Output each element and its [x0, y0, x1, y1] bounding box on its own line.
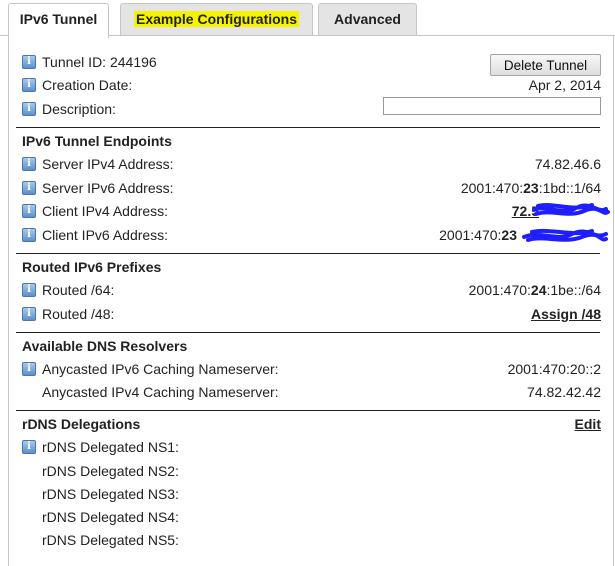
- tab-advanced[interactable]: Advanced: [318, 3, 417, 35]
- info-icon[interactable]: i: [22, 440, 36, 454]
- client-ipv6-prefix: 2001:470:: [439, 227, 502, 243]
- tab-ipv6-tunnel-label: IPv6 Tunnel: [19, 11, 98, 27]
- info-icon[interactable]: i: [22, 228, 36, 242]
- section-divider: [16, 127, 600, 128]
- creation-date-row: i Creation Date: Apr 2, 2014: [22, 77, 601, 97]
- tab-example-configurations[interactable]: Example Configurations: [120, 3, 313, 35]
- info-icon[interactable]: i: [22, 181, 36, 195]
- routed-prefixes-heading: Routed IPv6 Prefixes: [22, 259, 162, 275]
- assign-48-link[interactable]: Assign /48: [531, 306, 601, 323]
- server-ipv6-suffix: :1bd::1/64: [538, 180, 601, 196]
- client-ipv4-link[interactable]: 72.5: [512, 203, 539, 219]
- description-input[interactable]: [383, 97, 601, 115]
- server-ipv4-label: Server IPv4 Address:: [42, 156, 174, 172]
- dns-ipv6-row: i Anycasted IPv6 Caching Nameserver: 200…: [22, 361, 601, 381]
- dns-ipv6-label: Anycasted IPv6 Caching Nameserver:: [42, 361, 279, 377]
- section-divider: [16, 332, 600, 333]
- dns-resolvers-heading: Available DNS Resolvers: [22, 338, 188, 354]
- tunnel-id-row: i Tunnel ID: 244196 Delete Tunnel: [22, 54, 601, 76]
- rdns-ns1-label: rDNS Delegated NS1:: [42, 439, 179, 455]
- rdns-ns1-row: i rDNS Delegated NS1:: [22, 439, 601, 459]
- info-icon[interactable]: i: [22, 102, 36, 116]
- routed64-prefix: 2001:470:: [468, 282, 531, 298]
- dns-ipv4-row: Anycasted IPv4 Caching Nameserver: 74.82…: [22, 384, 601, 404]
- client-ipv6-row: i Client IPv6 Address: 2001:470:23: [22, 227, 601, 247]
- rdns-ns4-label: rDNS Delegated NS4:: [42, 509, 179, 525]
- routed48-label: Routed /48:: [42, 306, 115, 322]
- endpoints-heading: IPv6 Tunnel Endpoints: [22, 133, 172, 149]
- creation-date-value: Apr 2, 2014: [528, 77, 601, 93]
- routed48-row: i Routed /48: Assign /48: [22, 306, 601, 326]
- server-ipv6-bold: 23: [523, 180, 539, 196]
- client-ipv6-value: 2001:470:23: [439, 227, 517, 244]
- rdns-heading-label: rDNS Delegations: [22, 416, 141, 432]
- delete-tunnel-button[interactable]: Delete Tunnel: [490, 54, 601, 76]
- dns-ipv4-value: 74.82.42.42: [527, 384, 601, 400]
- rdns-ns2-row: rDNS Delegated NS2:: [22, 463, 601, 483]
- client-ipv6-label: Client IPv6 Address:: [42, 227, 169, 243]
- info-icon[interactable]: i: [22, 157, 36, 171]
- rdns-ns3-label: rDNS Delegated NS3:: [42, 486, 179, 502]
- rdns-ns5-row: rDNS Delegated NS5:: [22, 532, 601, 552]
- info-icon[interactable]: i: [22, 55, 36, 69]
- tab-advanced-label: Advanced: [334, 11, 401, 27]
- section-divider: [16, 410, 600, 411]
- server-ipv6-label: Server IPv6 Address:: [42, 180, 174, 196]
- server-ipv6-prefix: 2001:470:: [460, 180, 524, 196]
- client-ipv4-label: Client IPv4 Address:: [42, 203, 169, 219]
- routed64-label: Routed /64:: [42, 282, 115, 298]
- tunnel-id-label: Tunnel ID: 244196: [42, 54, 157, 70]
- routed64-bold: 24: [530, 282, 547, 298]
- server-ipv4-value: 74.82.46.6: [534, 156, 601, 172]
- rdns-ns4-row: rDNS Delegated NS4:: [22, 509, 601, 529]
- routed64-suffix: :1be::/64: [546, 282, 602, 298]
- info-icon[interactable]: i: [22, 78, 36, 92]
- rdns-ns2-label: rDNS Delegated NS2:: [42, 463, 179, 479]
- routed64-value: 2001:470:24:1be::/64: [469, 282, 601, 299]
- client-ipv6-bold: 23: [501, 227, 517, 243]
- creation-date-label: Creation Date:: [42, 77, 133, 93]
- client-ipv4-row: i Client IPv4 Address: 72.5: [22, 203, 601, 223]
- description-label: Description:: [42, 101, 116, 117]
- info-icon[interactable]: i: [22, 283, 36, 297]
- section-divider: [16, 253, 600, 254]
- routed64-row: i Routed /64: 2001:470:24:1be::/64: [22, 282, 601, 302]
- rdns-ns3-row: rDNS Delegated NS3:: [22, 486, 601, 506]
- tab-example-configurations-label: Example Configurations: [133, 11, 300, 27]
- rdns-heading: rDNS Delegations Edit: [22, 416, 601, 433]
- tab-bar: IPv6 Tunnel Example Configurations Advan…: [0, 0, 615, 38]
- server-ipv6-value: 2001:470:23:1bd::1/64: [461, 180, 601, 197]
- client-ipv4-value: 72.5: [512, 203, 539, 220]
- description-row: i Description:: [22, 97, 601, 121]
- rdns-ns5-label: rDNS Delegated NS5:: [42, 532, 179, 548]
- server-ipv4-row: i Server IPv4 Address: 74.82.46.6: [22, 156, 601, 176]
- info-icon[interactable]: i: [22, 204, 36, 218]
- info-icon[interactable]: i: [22, 307, 36, 321]
- rdns-edit-link[interactable]: Edit: [575, 416, 601, 433]
- dns-ipv4-label: Anycasted IPv4 Caching Nameserver:: [42, 384, 279, 400]
- tab-ipv6-tunnel[interactable]: IPv6 Tunnel: [8, 3, 109, 38]
- info-icon[interactable]: i: [22, 362, 36, 376]
- dns-ipv6-value: 2001:470:20::2: [507, 361, 601, 377]
- server-ipv6-row: i Server IPv6 Address: 2001:470:23:1bd::…: [22, 180, 601, 200]
